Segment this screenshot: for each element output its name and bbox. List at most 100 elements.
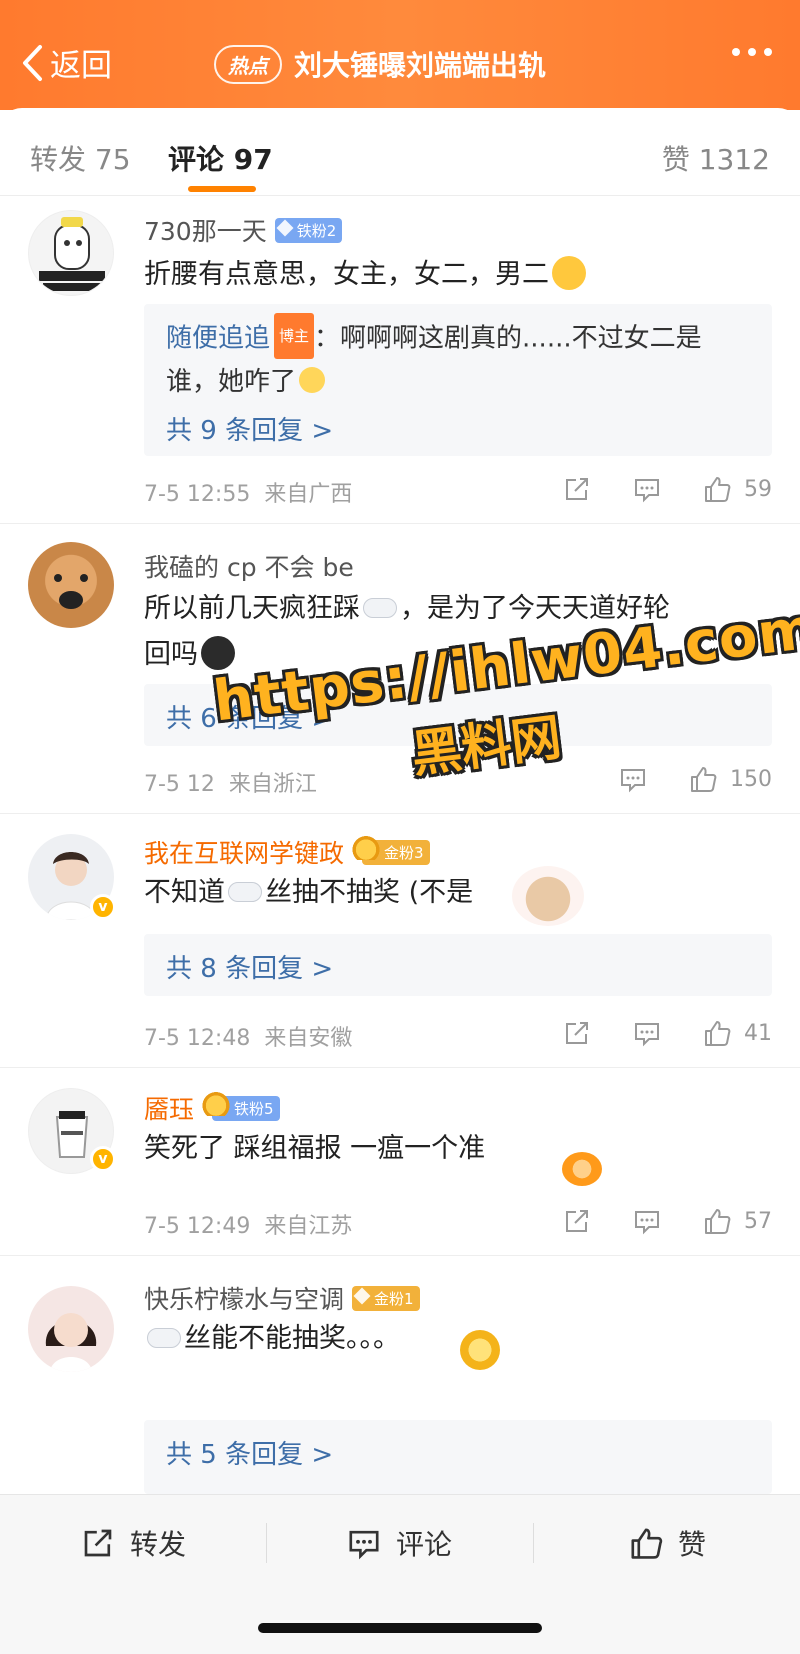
username-row: 730那一天 铁粉2: [144, 212, 343, 248]
comment-time: 7-5 12:48: [144, 1026, 251, 1051]
avatar[interactable]: [28, 210, 114, 296]
comment-text: 所以前几天疯狂踩 ，是为了今天天道好轮 回吗: [144, 586, 774, 678]
chevron-left-icon: [23, 44, 42, 81]
like-count: 59: [744, 476, 772, 502]
comment-actions: 59: [522, 474, 772, 504]
tab-like[interactable]: 赞 1312: [662, 138, 770, 178]
star-sticker-icon: [460, 1330, 500, 1370]
comment-time: 7-5 12:49: [144, 1214, 251, 1239]
username[interactable]: 我在互联网学键政: [144, 834, 344, 870]
active-tab-indicator: [188, 186, 256, 192]
comment-icon: [635, 479, 659, 503]
tab-forward[interactable]: 转发 75: [30, 138, 131, 178]
fan-badge: 铁粉2: [274, 217, 343, 243]
comment-actions: 150: [578, 764, 772, 794]
tab-comment[interactable]: 评论 97: [168, 138, 273, 178]
comment-text-c: 回吗: [144, 639, 198, 670]
comment-text-content: 折腰有点意思，女主，女二，男二: [144, 259, 549, 290]
share-button[interactable]: [562, 1206, 592, 1236]
comment-text: 笑死了 踩组福报 一瘟一个准: [144, 1126, 774, 1172]
cloud-emoji-icon: [147, 1327, 181, 1348]
share-icon: [566, 478, 588, 500]
share-icon: [84, 1529, 112, 1557]
share-icon: [566, 1210, 588, 1232]
avatar[interactable]: [28, 1286, 114, 1372]
dot-icon: [764, 48, 772, 56]
avatar-sticker-icon: [39, 217, 105, 291]
share-button[interactable]: [562, 474, 592, 504]
reply-preview[interactable]: 共 6 条回复 >: [144, 684, 772, 746]
like-count: 57: [744, 1208, 772, 1234]
like-button[interactable]: 150: [688, 764, 772, 794]
fan-badge: 铁粉5: [200, 1089, 280, 1121]
diamond-icon: [353, 1287, 371, 1304]
reply-text: 随便追追 博主 ：啊啊啊这剧真的......不过女二是: [166, 313, 756, 362]
fan-badge: 金粉1: [352, 1285, 420, 1311]
thumbs-up-icon: [691, 767, 717, 792]
crying-emoji-icon: [201, 635, 235, 670]
dog-face-icon: [54, 574, 88, 609]
username[interactable]: 730那一天: [144, 212, 267, 248]
tab-bar: 转发 75 评论 97 赞 1312: [0, 110, 800, 196]
comment-text: 不知道 丝抽不抽奖 (不是: [144, 870, 774, 916]
like-button[interactable]: 57: [702, 1206, 772, 1236]
reply-button[interactable]: [632, 1206, 662, 1236]
forward-button[interactable]: 转发: [80, 1523, 186, 1563]
like-count: 41: [744, 1020, 772, 1046]
more-replies-link[interactable]: 共 9 条回复 >: [166, 410, 333, 447]
fan-badge-label: 铁粉5: [234, 1099, 274, 1118]
reply-username[interactable]: 随便追追: [166, 324, 270, 354]
reply-text-b: 谁，她咋了: [166, 367, 297, 397]
divider: [533, 1523, 534, 1563]
reply-preview[interactable]: 随便追追 博主 ：啊啊啊这剧真的......不过女二是 谁，她咋了 共 9 条回复 …: [144, 304, 772, 456]
comment-icon: [635, 1211, 659, 1235]
like-label: 赞: [678, 1528, 707, 1561]
more-replies-link[interactable]: 共 5 条回复 >: [166, 1434, 333, 1471]
comment-icon: [635, 1023, 659, 1047]
like-post-button[interactable]: 赞: [628, 1523, 706, 1563]
reply-button[interactable]: [618, 764, 648, 794]
username-row: 靥珏 铁粉5: [144, 1089, 280, 1126]
comment-time: 7-5 12:55: [144, 482, 251, 507]
comment-button[interactable]: 评论: [346, 1523, 452, 1563]
username[interactable]: 快乐柠檬水与空调: [144, 1280, 344, 1316]
fan-badge-label: 铁粉2: [296, 221, 337, 240]
more-replies-link[interactable]: 共 8 条回复 >: [166, 948, 333, 985]
comment-meta: 7-5 12:48 来自安徽: [144, 1020, 352, 1052]
reply-button[interactable]: [632, 474, 662, 504]
diamond-icon: [276, 219, 294, 236]
share-icon: [566, 1022, 588, 1044]
topic-title[interactable]: 热点 刘大锤曝刘端端出轨: [214, 44, 546, 84]
bear-sticker-icon: [512, 866, 584, 926]
comment-text-b: ，是为了今天天道好轮: [400, 593, 670, 624]
like-button[interactable]: 41: [702, 1018, 772, 1048]
like-button[interactable]: 59: [702, 474, 772, 504]
username[interactable]: 靥珏: [144, 1090, 194, 1126]
thumbs-up-icon: [705, 477, 731, 502]
comment-label: 评论: [396, 1528, 453, 1561]
verified-badge-icon: v: [90, 894, 116, 920]
cloud-emoji-icon: [228, 881, 262, 902]
reply-preview[interactable]: 共 5 条回复 >: [144, 1420, 772, 1494]
username[interactable]: 我磕的 cp 不会 be: [144, 548, 354, 584]
share-button[interactable]: [562, 1018, 592, 1048]
divider: [266, 1523, 267, 1563]
comment-meta: 7-5 12 来自浙江: [144, 766, 317, 798]
verified-badge-icon: v: [90, 1146, 116, 1172]
reply-text-a: ：啊啊啊这剧真的......不过女二是: [314, 323, 702, 354]
home-indicator[interactable]: [258, 1623, 542, 1633]
reply-button[interactable]: [632, 1018, 662, 1048]
username-row: 我在互联网学键政 金粉3: [144, 833, 430, 870]
comment-text-content: 笑死了 踩组福报 一瘟一个准: [144, 1133, 486, 1164]
comment-meta: 7-5 12:55 来自广西: [144, 476, 352, 508]
more-replies-link[interactable]: 共 6 条回复 >: [166, 698, 333, 735]
more-options-button[interactable]: [732, 48, 772, 56]
bottom-action-bar: 转发 评论 赞: [0, 1494, 800, 1654]
comment-location: 来自浙江: [228, 772, 317, 797]
comment-text-b: 丝抽不抽奖 (不是: [265, 877, 474, 908]
reply-preview[interactable]: 共 8 条回复 >: [144, 934, 772, 996]
avatar[interactable]: [28, 542, 114, 628]
back-button[interactable]: 返回: [20, 40, 112, 85]
thumbs-up-icon: [631, 1528, 663, 1559]
comment-text-content: 丝能不能抽奖。。。: [184, 1323, 400, 1354]
